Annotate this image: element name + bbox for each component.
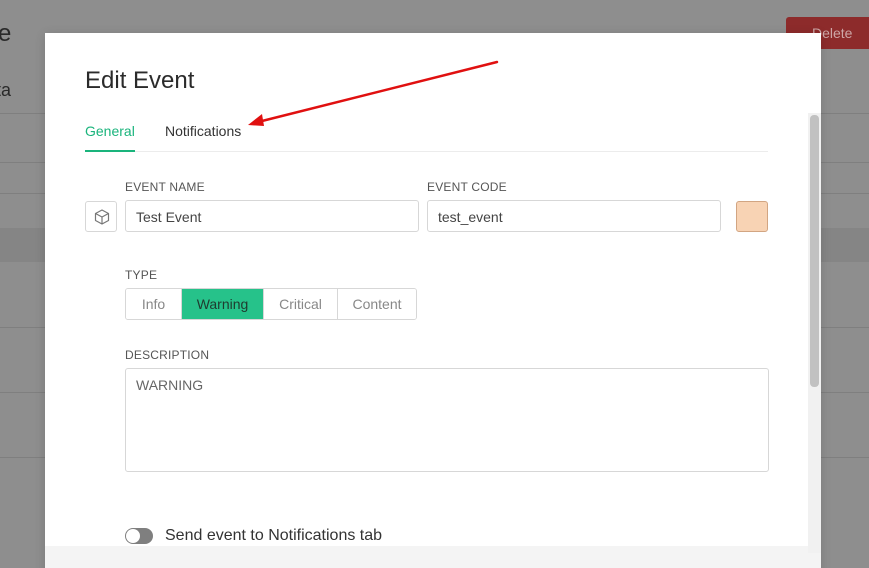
background-page-title: e: [0, 20, 12, 47]
modal-title: Edit Event: [85, 67, 195, 94]
scrollbar-thumb[interactable]: [810, 115, 819, 387]
modal-footer: [45, 546, 821, 568]
event-icon-button[interactable]: [85, 201, 117, 232]
type-option-info[interactable]: Info: [126, 289, 182, 319]
type-option-critical[interactable]: Critical: [264, 289, 338, 319]
cube-icon: [94, 209, 110, 225]
description-textarea[interactable]: WARNING: [125, 368, 769, 472]
modal-tabs: General Notifications: [85, 121, 768, 152]
event-code-input[interactable]: test_event: [427, 200, 721, 232]
type-selector: Info Warning Critical Content: [125, 288, 417, 320]
tab-notifications[interactable]: Notifications: [165, 123, 241, 139]
description-label: DESCRIPTION: [125, 348, 210, 362]
event-name-input[interactable]: Test Event: [125, 200, 419, 232]
type-option-content[interactable]: Content: [338, 289, 416, 319]
notifications-toggle[interactable]: [125, 528, 153, 544]
background-page-subtitle: ta: [0, 80, 12, 100]
notifications-toggle-label: Send event to Notifications tab: [165, 527, 383, 544]
event-name-label: EVENT NAME: [125, 180, 205, 194]
edit-event-modal: Edit Event General Notifications EVENT N…: [45, 33, 821, 568]
type-option-warning[interactable]: Warning: [182, 289, 264, 319]
modal-scrollbar[interactable]: [808, 113, 821, 553]
event-code-label: EVENT CODE: [427, 180, 507, 194]
tab-general[interactable]: General: [85, 123, 135, 152]
event-color-swatch[interactable]: [736, 201, 768, 232]
type-label: TYPE: [125, 268, 158, 282]
